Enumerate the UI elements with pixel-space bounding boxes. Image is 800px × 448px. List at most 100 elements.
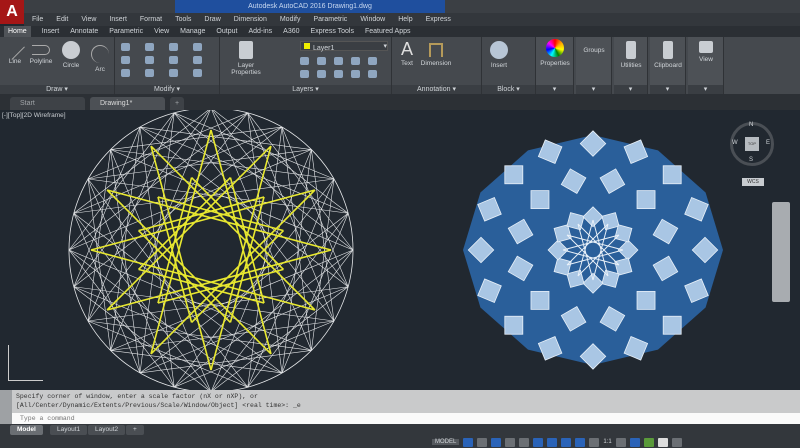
tool-icon[interactable] <box>317 57 326 65</box>
tool-icon[interactable] <box>368 57 377 65</box>
draw-panel-label[interactable]: Draw ▾ <box>0 85 114 94</box>
annotation-panel-label[interactable]: Annotation ▾ <box>392 85 481 94</box>
circle-tool[interactable]: Circle <box>58 41 84 69</box>
tool-icon[interactable] <box>145 56 154 64</box>
annotation-visibility-toggle[interactable] <box>575 437 586 447</box>
snap-toggle[interactable] <box>477 437 488 447</box>
polyline-tool[interactable]: Polyline <box>26 45 56 65</box>
menu-item[interactable]: Tools <box>175 13 191 26</box>
ribbon-tab[interactable]: Featured Apps <box>365 26 411 37</box>
tool-icon[interactable] <box>121 43 130 51</box>
line-tool[interactable]: Line <box>4 40 26 65</box>
transparency-toggle[interactable] <box>561 437 572 447</box>
tool-icon[interactable] <box>334 70 343 78</box>
command-input[interactable] <box>12 413 800 424</box>
tab-layout2[interactable]: Layout2 <box>88 425 126 435</box>
ribbon-tab[interactable]: Manage <box>180 26 205 37</box>
polar-toggle[interactable] <box>505 437 516 447</box>
ribbon-tab[interactable]: Annotate <box>70 26 98 37</box>
menu-item[interactable]: Insert <box>109 13 127 26</box>
tool-icon[interactable] <box>169 69 178 77</box>
viewcube-top-face[interactable]: TOP <box>745 137 759 151</box>
ribbon-tab[interactable]: View <box>154 26 169 37</box>
osnap-toggle[interactable] <box>519 437 530 447</box>
viewcube[interactable]: TOP N S E W <box>730 122 774 166</box>
view-panel[interactable]: View ▾ <box>688 37 724 94</box>
otrack-toggle[interactable] <box>533 437 544 447</box>
properties-panel[interactable]: Properties ▾ <box>536 37 574 94</box>
menu-item[interactable]: File <box>32 13 43 26</box>
clipboard-panel[interactable]: Clipboard ▾ <box>650 37 686 94</box>
layer-dropdown[interactable]: Layer1 ▾ <box>300 41 388 52</box>
compass-east[interactable]: E <box>766 140 770 146</box>
app-menu-button[interactable]: A <box>0 0 24 24</box>
menu-item[interactable]: Window <box>360 13 385 26</box>
menu-item[interactable]: View <box>81 13 96 26</box>
tool-icon[interactable] <box>351 70 360 78</box>
drawing-canvas[interactable]: [-][Top][2D Wireframe] TOP N S E W WCS <box>0 110 800 390</box>
new-tab-button[interactable]: + <box>170 97 185 110</box>
compass-south[interactable]: S <box>749 157 753 163</box>
tool-icon[interactable] <box>193 69 202 77</box>
block-panel-label[interactable]: Block ▾ <box>482 85 535 94</box>
tool-icon[interactable] <box>368 70 377 78</box>
tool-icon[interactable] <box>145 69 154 77</box>
ribbon-tab[interactable]: A360 <box>283 26 299 37</box>
layer-properties-button[interactable]: Layer Properties <box>226 41 266 76</box>
tool-icon[interactable] <box>193 43 202 51</box>
compass-north[interactable]: N <box>749 122 753 128</box>
insert-block-button[interactable]: Insert <box>486 41 512 69</box>
tool-icon[interactable] <box>145 43 154 51</box>
ribbon-tab[interactable]: Home <box>4 26 31 37</box>
menu-item[interactable]: Express <box>426 13 451 26</box>
customization-menu-icon[interactable] <box>671 437 682 447</box>
ortho-toggle[interactable] <box>491 437 502 447</box>
workspace-gear-icon[interactable] <box>615 437 626 447</box>
tool-icon[interactable] <box>121 56 130 64</box>
ribbon-tab[interactable]: Express Tools <box>311 26 354 37</box>
add-layout-button[interactable]: + <box>126 425 144 435</box>
tool-icon[interactable] <box>121 69 130 77</box>
command-line-handle[interactable] <box>0 390 12 424</box>
ribbon-tab[interactable]: Output <box>216 26 237 37</box>
dimension-tool[interactable]: Dimension <box>418 43 454 67</box>
menu-item[interactable]: Dimension <box>234 13 267 26</box>
tab-start[interactable]: Start <box>10 97 85 110</box>
model-space-toggle[interactable]: MODEL <box>432 439 460 445</box>
isolate-toggle[interactable] <box>629 437 640 447</box>
tab-model[interactable]: Model <box>10 425 43 435</box>
tool-icon[interactable] <box>169 56 178 64</box>
menu-item[interactable]: Format <box>140 13 162 26</box>
tool-icon[interactable] <box>351 57 360 65</box>
menu-item[interactable]: Edit <box>56 13 68 26</box>
menu-item[interactable]: Parametric <box>313 13 347 26</box>
text-tool[interactable]: A Text <box>396 39 418 67</box>
lineweight-toggle[interactable] <box>547 437 558 447</box>
ribbon-tab[interactable]: Insert <box>42 26 60 37</box>
modify-panel-label[interactable]: Modify ▾ <box>115 85 219 94</box>
grid-toggle[interactable] <box>463 437 474 447</box>
ribbon-tab[interactable]: Add-ins <box>248 26 272 37</box>
navigation-bar[interactable] <box>772 202 790 302</box>
annotation-scale-icon[interactable] <box>589 437 600 447</box>
utilities-panel[interactable]: Utilities ▾ <box>614 37 648 94</box>
tool-icon[interactable] <box>193 56 202 64</box>
menu-item[interactable]: Draw <box>204 13 220 26</box>
compass-west[interactable]: W <box>732 140 738 146</box>
layers-panel-label[interactable]: Layers ▾ <box>220 85 391 94</box>
tool-icon[interactable] <box>300 70 309 78</box>
ribbon-tab[interactable]: Parametric <box>109 26 143 37</box>
groups-panel[interactable]: Groups ▾ <box>576 37 612 94</box>
tool-icon[interactable] <box>317 70 326 78</box>
hardware-acceleration-icon[interactable] <box>643 437 654 447</box>
arc-tool[interactable]: Arc <box>88 45 112 73</box>
tool-icon[interactable] <box>334 57 343 65</box>
menu-item[interactable]: Help <box>398 13 412 26</box>
tool-icon[interactable] <box>300 57 309 65</box>
tab-layout1[interactable]: Layout1 <box>50 425 88 435</box>
menu-item[interactable]: Modify <box>280 13 301 26</box>
tool-icon[interactable] <box>169 43 178 51</box>
clean-screen-icon[interactable] <box>657 437 668 447</box>
annotation-scale[interactable]: 1:1 <box>603 439 611 445</box>
wcs-menu[interactable]: WCS <box>742 178 764 186</box>
